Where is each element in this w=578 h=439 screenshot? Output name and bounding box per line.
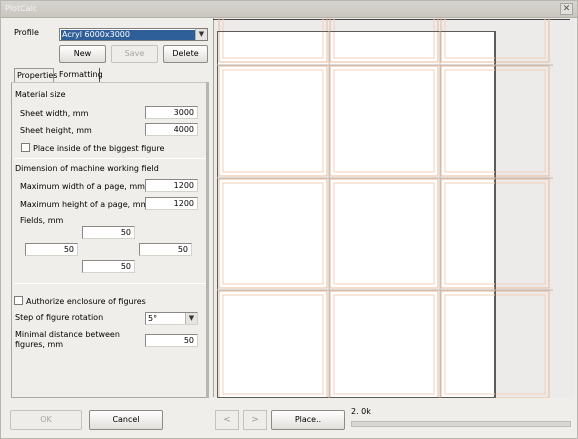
page-cell <box>329 178 439 289</box>
page-grid <box>217 18 553 398</box>
page-margin <box>222 294 324 395</box>
profile-value: Acryl 6000x3000 <box>61 30 195 40</box>
plotcalc-window: PlotCalc ✕ Profile Acryl 6000x3000 ▼ New… <box>0 0 578 439</box>
chevron-down-icon[interactable]: ▼ <box>185 313 197 324</box>
panel-scrollbar[interactable] <box>206 82 209 398</box>
page-cell <box>218 290 328 398</box>
ok-button[interactable]: OK <box>10 410 82 430</box>
cancel-button[interactable]: Cancel <box>89 410 163 430</box>
page-cell <box>329 18 439 63</box>
progress-bar <box>351 421 571 427</box>
chevron-left-icon: < <box>223 415 231 425</box>
page-cell <box>329 290 439 398</box>
page-cell <box>218 65 328 177</box>
sheet-height-label: Sheet height, mm <box>20 126 92 135</box>
max-height-label: Maximum height of a page, mm <box>20 200 149 209</box>
new-button[interactable]: New <box>59 45 106 63</box>
sheet-height-input[interactable]: 4000 <box>145 123 198 136</box>
page-margin <box>333 182 435 285</box>
field-top-input[interactable]: 50 <box>82 226 135 239</box>
tab-properties[interactable]: Properties <box>14 68 57 82</box>
place-inside-label: Place inside of the biggest figure <box>33 144 165 153</box>
machine-section-title: Dimension of machine working field <box>15 164 159 173</box>
tab-formatting[interactable]: Formatting <box>57 68 103 82</box>
min-distance-label: Minimal distance between figures, mm <box>15 330 120 349</box>
rotation-step-select[interactable]: 5° ▼ <box>145 312 198 325</box>
field-right-input[interactable]: 50 <box>139 243 192 256</box>
rotation-step-label: Step of figure rotation <box>15 313 104 322</box>
page-cells <box>218 18 550 398</box>
rotation-step-value: 5° <box>148 314 158 323</box>
fields-label: Fields, mm <box>20 216 64 225</box>
status-text: 2. 0k <box>351 407 371 416</box>
min-distance-input[interactable]: 50 <box>145 334 198 347</box>
page-margin <box>222 18 324 59</box>
max-width-label: Maximum width of a page, mm <box>20 182 145 191</box>
sheet-width-input[interactable]: 3000 <box>145 106 198 119</box>
chevron-right-icon: > <box>251 415 259 425</box>
save-button[interactable]: Save <box>111 45 158 63</box>
profile-select[interactable]: Acryl 6000x3000 ▼ <box>59 28 208 41</box>
page-margin <box>333 18 435 59</box>
close-button[interactable]: ✕ <box>560 3 573 15</box>
delete-button[interactable]: Delete <box>163 45 208 63</box>
field-left-input[interactable]: 50 <box>25 243 78 256</box>
max-width-input[interactable]: 1200 <box>145 179 198 192</box>
close-icon: ✕ <box>562 4 571 14</box>
divider <box>14 158 206 159</box>
material-section-title: Material size <box>15 90 66 99</box>
max-height-input[interactable]: 1200 <box>145 197 198 210</box>
place-inside-checkbox[interactable] <box>21 143 30 152</box>
sheet-outline <box>217 31 496 398</box>
chevron-down-icon[interactable]: ▼ <box>195 29 207 40</box>
field-bottom-input[interactable]: 50 <box>82 260 135 273</box>
page-margin <box>333 69 435 173</box>
authorize-enclosure-label: Authorize enclosure of figures <box>26 297 146 306</box>
page-margin <box>333 294 435 395</box>
page-cell <box>218 18 328 63</box>
place-button[interactable]: Place.. <box>271 410 345 430</box>
page-margin <box>222 182 324 285</box>
next-page-button[interactable]: > <box>243 410 267 430</box>
page-cell <box>218 178 328 289</box>
window-title: PlotCalc <box>5 4 38 13</box>
sheet-width-label: Sheet width, mm <box>20 109 89 118</box>
profile-label: Profile <box>14 28 39 37</box>
page-margin <box>222 69 324 173</box>
page-cell <box>329 65 439 177</box>
authorize-enclosure-checkbox[interactable] <box>14 296 23 305</box>
previous-page-button[interactable]: < <box>215 410 239 430</box>
divider <box>14 283 206 284</box>
title-bar: PlotCalc ✕ <box>1 1 577 18</box>
